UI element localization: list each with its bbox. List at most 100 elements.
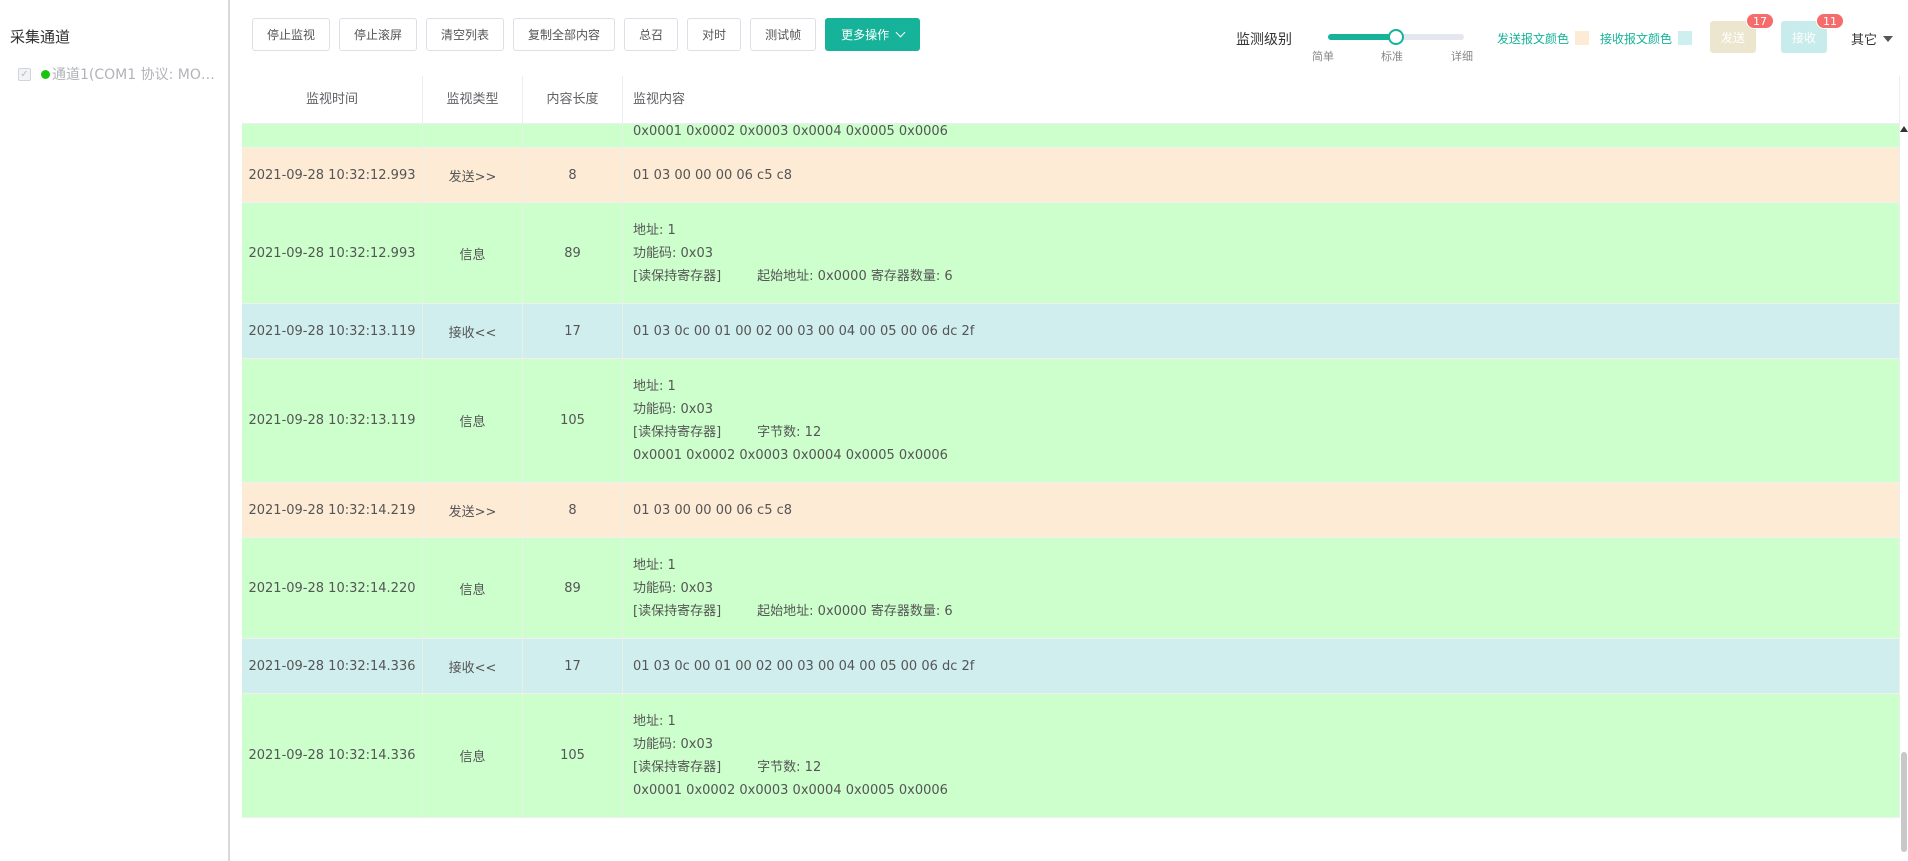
cell-content: 01 03 0c 00 01 00 02 00 03 00 04 00 05 0… — [623, 304, 1900, 358]
copy-all-button[interactable]: 复制全部内容 — [513, 17, 616, 51]
vertical-scrollbar[interactable] — [1901, 752, 1907, 852]
cell-length: 17 — [523, 639, 623, 693]
header-type[interactable]: 监视类型 — [423, 76, 523, 124]
more-actions-button[interactable]: 更多操作 — [825, 17, 921, 51]
monitor-controls: 监测级别 简单 标准 详细 发送报文颜色 接收报文颜色 发送 17 接收 11 … — [1230, 0, 1908, 72]
sidebar-title: 采集通道 — [10, 28, 71, 46]
content-line: 地址: 1 — [633, 378, 676, 394]
content-line: 功能码: 0x03 — [633, 580, 714, 596]
content-line: 0x0001 0x0002 0x0003 0x0004 0x0005 0x000… — [633, 447, 948, 463]
header-content[interactable]: 监视内容 — [623, 76, 1900, 124]
cell-content: 地址: 1 功能码: 0x03 [读保持寄存器] 起始地址: 0x0000 寄存器数量… — [623, 203, 1900, 303]
general-call-button[interactable]: 总召 — [624, 17, 679, 51]
table-row[interactable]: 2021-09-28 10:32:14.336 信息 105 地址: 1 功能码: 0x… — [242, 694, 1900, 818]
cell-time: 2021-09-28 10:32:13.119 — [242, 359, 423, 482]
cell-type: 发送>> — [423, 483, 523, 537]
cell-type: 信息 — [423, 694, 523, 817]
channel-label[interactable]: 通道1(COM1 协议: MODBUS) — [52, 64, 222, 84]
content-line: 01 03 00 00 00 06 c5 c8 — [633, 502, 793, 518]
more-actions-label: 更多操作 — [841, 27, 890, 42]
content-line: 功能码: 0x03 — [633, 736, 714, 752]
cell-length: 89 — [523, 538, 623, 638]
content-line: 功能码: 0x03 — [633, 245, 714, 261]
cell-time: 2021-09-28 10:32:12.993 — [242, 203, 423, 303]
content-detail: 字节数: 12 — [757, 424, 822, 440]
header-length[interactable]: 内容长度 — [523, 76, 623, 124]
cell-content: 0x0001 0x0002 0x0003 0x0004 0x0005 0x000… — [623, 124, 1900, 147]
cell-length: 8 — [523, 483, 623, 537]
other-dropdown[interactable]: 其它 — [1851, 29, 1894, 48]
slider-handle[interactable] — [1388, 29, 1404, 45]
table-row[interactable]: 2021-09-28 10:32:14.336 接收<< 17 01 03 0c 00… — [242, 639, 1900, 694]
cell-type: 接收<< — [423, 639, 523, 693]
cell-type: 信息 — [423, 203, 523, 303]
cell-content: 01 03 00 00 00 06 c5 c8 — [623, 483, 1900, 537]
cell-length: 17 — [523, 304, 623, 358]
content-tag: [读保持寄存器] — [633, 268, 722, 284]
chevron-down-icon — [895, 27, 906, 37]
cell-type: 信息 — [423, 359, 523, 482]
stop-scroll-button[interactable]: 停止滚屏 — [339, 17, 418, 51]
table-row[interactable]: 0x0001 0x0002 0x0003 0x0004 0x0005 0x000… — [242, 124, 1900, 148]
cell-type: 信息 — [423, 538, 523, 638]
content-line: 0x0001 0x0002 0x0003 0x0004 0x0005 0x000… — [633, 782, 948, 798]
content-line: 地址: 1 — [633, 557, 676, 573]
content-detail: 起始地址: 0x0000 寄存器数量: 6 — [757, 268, 953, 284]
cell-content: 地址: 1 功能码: 0x03 [读保持寄存器] 起始地址: 0x0000 寄存器数量… — [623, 538, 1900, 638]
cell-time: 2021-09-28 10:32:14.219 — [242, 483, 423, 537]
content-line: 01 03 0c 00 01 00 02 00 03 00 04 00 05 0… — [633, 323, 975, 339]
recv-color-swatch[interactable] — [1678, 31, 1692, 45]
monitor-level-label: 监测级别 — [1236, 32, 1292, 48]
test-frame-button[interactable]: 测试帧 — [750, 17, 817, 51]
monitor-level-slider[interactable] — [1328, 29, 1464, 45]
content-line: 地址: 1 — [633, 713, 676, 729]
recv-button-label: 接收 — [1791, 30, 1816, 45]
table-row[interactable]: 2021-09-28 10:32:13.119 接收<< 17 01 03 0c 00… — [242, 304, 1900, 359]
table-row[interactable]: 2021-09-28 10:32:12.993 发送>> 8 01 03 00 00 … — [242, 148, 1900, 203]
table-row[interactable]: 2021-09-28 10:32:12.993 信息 89 地址: 1 功能码: 0x0… — [242, 203, 1900, 304]
content-line: [读保持寄存器] 字节数: 12 — [633, 421, 821, 444]
cell-length: 105 — [523, 359, 623, 482]
status-dot-icon — [41, 69, 50, 79]
table-header: 监视时间 监视类型 内容长度 监视内容 — [242, 76, 1900, 124]
content-line: [读保持寄存器] 起始地址: 0x0000 寄存器数量: 6 — [633, 600, 953, 623]
channel-checkbox[interactable]: ✓ — [18, 67, 31, 81]
caret-down-icon — [1883, 35, 1894, 42]
header-time[interactable]: 监视时间 — [242, 76, 423, 124]
content-line: [读保持寄存器] 起始地址: 0x0000 寄存器数量: 6 — [633, 265, 953, 288]
content-tag: [读保持寄存器] — [633, 759, 722, 775]
table-body: 0x0001 0x0002 0x0003 0x0004 0x0005 0x000… — [242, 124, 1900, 818]
content-detail: 起始地址: 0x0000 寄存器数量: 6 — [757, 603, 953, 619]
send-color-swatch[interactable] — [1575, 31, 1589, 45]
other-label: 其它 — [1851, 33, 1878, 48]
cell-length: 89 — [523, 203, 623, 303]
content-line: 地址: 1 — [633, 222, 676, 238]
stop-monitor-button[interactable]: 停止监视 — [252, 17, 331, 51]
scroll-up-arrow-icon[interactable] — [1900, 126, 1908, 132]
content-line: 功能码: 0x03 — [633, 401, 714, 417]
cell-content: 01 03 00 00 00 06 c5 c8 — [623, 148, 1900, 202]
cell-time: 2021-09-28 10:32:12.993 — [242, 148, 423, 202]
channel-tree-node[interactable]: ✓ 通道1(COM1 协议: MODBUS) — [18, 64, 228, 84]
monitor-table: 监视时间 监视类型 内容长度 监视内容 0x0001 0x0002 0x0003… — [242, 76, 1900, 861]
cell-time: 2021-09-28 10:32:14.220 — [242, 538, 423, 638]
cell-time: 2021-09-28 10:32:14.336 — [242, 694, 423, 817]
table-row[interactable]: 2021-09-28 10:32:13.119 信息 105 地址: 1 功能码: 0x… — [242, 359, 1900, 483]
clear-list-button[interactable]: 清空列表 — [426, 17, 505, 51]
content-tag: [读保持寄存器] — [633, 603, 722, 619]
cell-content: 地址: 1 功能码: 0x03 [读保持寄存器] 字节数: 12 0x0001 0x00… — [623, 694, 1900, 817]
content-detail: 字节数: 12 — [757, 759, 822, 775]
app-window: 采集通道 ✓ 通道1(COM1 协议: MODBUS) 停止监视 停止滚屏 清空… — [0, 0, 1908, 861]
table-row[interactable]: 2021-09-28 10:32:14.219 发送>> 8 01 03 00 00 … — [242, 483, 1900, 538]
send-color-label: 发送报文颜色 — [1497, 32, 1570, 46]
cell-content: 01 03 0c 00 01 00 02 00 03 00 04 00 05 0… — [623, 639, 1900, 693]
level-mark-detail: 详细 — [1451, 50, 1473, 63]
level-mark-simple: 简单 — [1312, 50, 1334, 63]
content-tag: [读保持寄存器] — [633, 424, 722, 440]
time-sync-button[interactable]: 对时 — [687, 17, 742, 51]
content-line: 01 03 00 00 00 06 c5 c8 — [633, 167, 793, 183]
send-count-badge: 17 — [1746, 13, 1774, 29]
cell-length: 8 — [523, 148, 623, 202]
table-row[interactable]: 2021-09-28 10:32:14.220 信息 89 地址: 1 功能码: 0x0… — [242, 538, 1900, 639]
toolbar: 停止监视 停止滚屏 清空列表 复制全部内容 总召 对时 测试帧 更多操作 — [252, 17, 929, 51]
